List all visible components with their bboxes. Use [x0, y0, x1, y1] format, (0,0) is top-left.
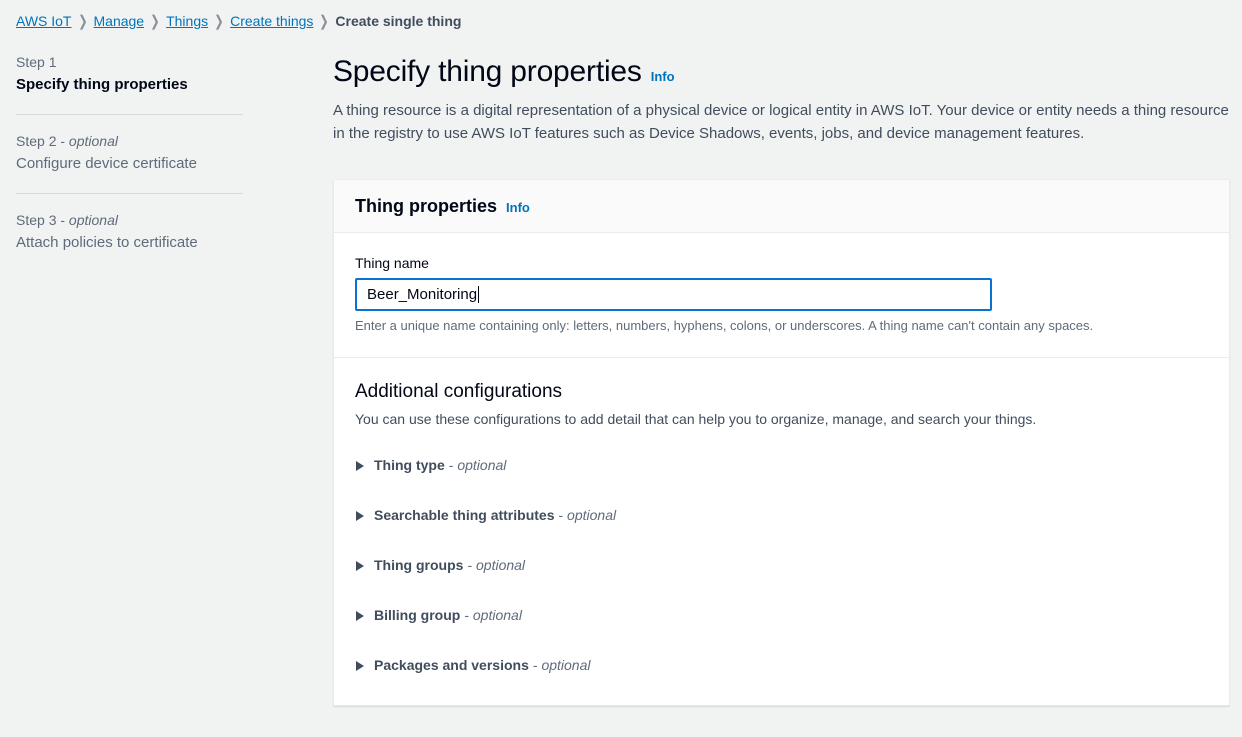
expandable-section-optional-tag: - optional — [533, 655, 591, 675]
breadcrumb-separator-icon: ❯ — [74, 14, 91, 29]
page-title: Specify thing properties — [333, 52, 642, 92]
sidebar-step-3[interactable]: Step 3 - optional Attach policies to cer… — [0, 210, 300, 254]
wizard-steps-navigation: Step 1 Specify thing properties Step 2 -… — [0, 52, 300, 254]
breadcrumb-item-manage[interactable]: Manage — [94, 13, 145, 29]
thing-name-input[interactable]: Beer_Monitoring — [355, 278, 992, 311]
panel-info-link[interactable]: Info — [506, 200, 530, 215]
additional-configurations-section: Additional configurations You can use th… — [355, 358, 1208, 679]
caret-right-icon — [355, 609, 365, 621]
thing-name-label: Thing name — [355, 253, 1208, 273]
breadcrumb-separator-icon: ❯ — [147, 14, 164, 29]
caret-right-icon — [355, 509, 365, 521]
page-info-link[interactable]: Info — [651, 69, 675, 84]
optional-text: optional — [567, 507, 616, 523]
breadcrumb: AWS IoT ❯ Manage ❯ Things ❯ Create thing… — [16, 9, 461, 33]
breadcrumb-item-aws-iot[interactable]: AWS IoT — [16, 13, 72, 29]
sidebar-step-1-title: Specify thing properties — [16, 74, 284, 96]
panel-body: Thing name Beer_Monitoring Enter a uniqu… — [334, 233, 1229, 705]
optional-text: optional — [69, 212, 118, 228]
sidebar-divider — [16, 193, 243, 194]
expandable-section-optional-tag: - optional — [467, 555, 525, 575]
page-header: Specify thing properties Info — [333, 52, 1232, 92]
expandable-section-optional-tag: - optional — [558, 505, 616, 525]
expandable-section-thing-groups[interactable]: Thing groups - optional — [355, 551, 525, 579]
sidebar-step-3-title: Attach policies to certificate — [16, 232, 284, 254]
expandable-section-packages-and-versions[interactable]: Packages and versions - optional — [355, 651, 590, 679]
sidebar-step-2[interactable]: Step 2 - optional Configure device certi… — [0, 131, 300, 175]
sidebar-divider — [16, 114, 243, 115]
thing-name-input-value: Beer_Monitoring — [367, 286, 477, 303]
optional-text: optional — [457, 457, 506, 473]
caret-right-icon — [355, 659, 365, 671]
panel-title: Thing properties — [355, 195, 497, 217]
expandable-sections-list: Thing type - optional Searchable thing a… — [355, 451, 1208, 679]
expandable-section-optional-tag: - optional — [449, 455, 507, 475]
thing-name-form-field: Thing name Beer_Monitoring Enter a uniqu… — [355, 253, 1208, 335]
expandable-section-label: Thing groups — [374, 555, 463, 575]
additional-configurations-description: You can use these configurations to add … — [355, 409, 1208, 429]
additional-configurations-title: Additional configurations — [355, 380, 1208, 404]
expandable-section-billing-group[interactable]: Billing group - optional — [355, 601, 522, 629]
expandable-section-searchable-thing-attributes[interactable]: Searchable thing attributes - optional — [355, 501, 616, 529]
breadcrumb-item-create-things[interactable]: Create things — [230, 13, 313, 29]
expandable-section-label: Billing group — [374, 605, 460, 625]
optional-text: optional — [69, 133, 118, 149]
breadcrumb-separator-icon: ❯ — [211, 14, 228, 29]
main-content: Specify thing properties Info A thing re… — [333, 52, 1232, 706]
sidebar-step-1[interactable]: Step 1 Specify thing properties — [0, 52, 300, 96]
caret-right-icon — [355, 559, 365, 571]
sidebar-step-2-label: Step 2 - optional — [16, 131, 284, 151]
thing-properties-panel: Thing properties Info Thing name Beer_Mo… — [333, 179, 1230, 706]
text-cursor — [478, 286, 479, 303]
panel-header: Thing properties Info — [334, 180, 1229, 233]
thing-name-hint: Enter a unique name containing only: let… — [355, 317, 1208, 335]
caret-right-icon — [355, 459, 365, 471]
breadcrumb-item-create-single-thing: Create single thing — [335, 13, 461, 29]
breadcrumb-item-things[interactable]: Things — [166, 13, 208, 29]
sidebar-step-3-label-text: Step 3 - optional — [16, 212, 118, 228]
expandable-section-label: Packages and versions — [374, 655, 529, 675]
expandable-section-optional-tag: - optional — [464, 605, 522, 625]
sidebar-step-2-label-text: Step 2 - optional — [16, 133, 118, 149]
sidebar-step-1-label: Step 1 — [16, 52, 284, 72]
sidebar-step-2-title: Configure device certificate — [16, 153, 284, 175]
sidebar-step-3-label: Step 3 - optional — [16, 210, 284, 230]
expandable-section-label: Searchable thing attributes — [374, 505, 554, 525]
optional-text: optional — [541, 657, 590, 673]
expandable-section-label: Thing type — [374, 455, 445, 475]
optional-text: optional — [473, 607, 522, 623]
page-description: A thing resource is a digital representa… — [333, 99, 1232, 145]
expandable-section-thing-type[interactable]: Thing type - optional — [355, 451, 506, 479]
breadcrumb-separator-icon: ❯ — [316, 14, 333, 29]
optional-text: optional — [476, 557, 525, 573]
